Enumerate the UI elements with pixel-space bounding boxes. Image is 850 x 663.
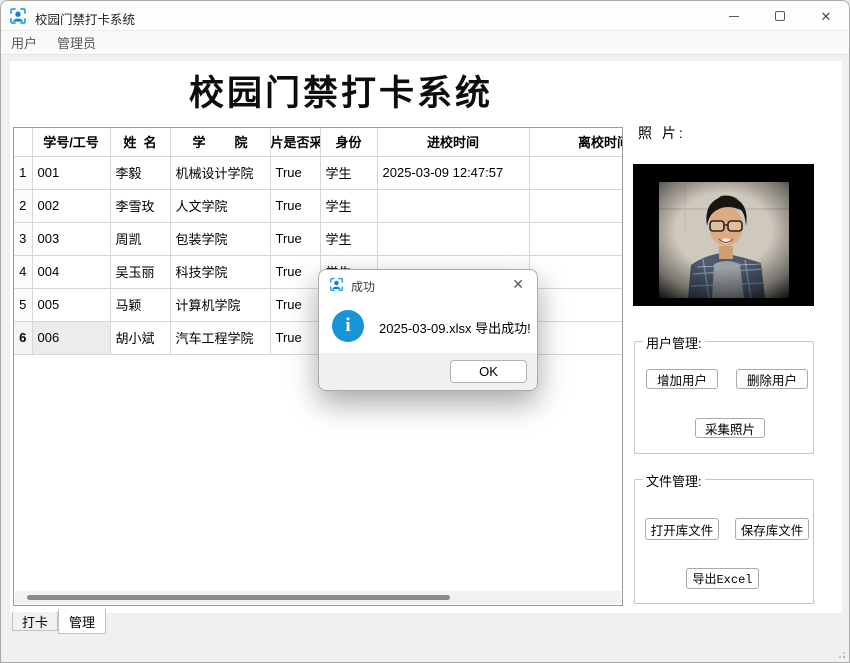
- table-cell[interactable]: [528, 320, 622, 355]
- ok-button[interactable]: OK: [450, 360, 527, 383]
- table-cell[interactable]: True: [269, 320, 321, 355]
- export-excel-button[interactable]: 导出Excel: [686, 568, 759, 589]
- row-number[interactable]: 3: [14, 221, 33, 256]
- user-management-group: 用户管理: 增加用户 删除用户 采集照片: [634, 333, 814, 454]
- table-cell[interactable]: True: [269, 287, 321, 322]
- table-cell[interactable]: 胡小斌: [109, 320, 171, 355]
- row-number-header[interactable]: [14, 128, 33, 157]
- close-icon: ✕: [820, 8, 832, 24]
- file-management-group: 文件管理: 打开库文件 保存库文件 导出Excel: [634, 471, 814, 604]
- table-cell[interactable]: 计算机学院: [169, 287, 271, 322]
- column-header[interactable]: 进校时间: [376, 128, 530, 157]
- table-cell[interactable]: True: [269, 254, 321, 289]
- row-number[interactable]: 6: [14, 320, 33, 355]
- minimize-button[interactable]: [711, 1, 757, 31]
- table-cell[interactable]: [528, 221, 622, 256]
- table-cell[interactable]: 李雪玫: [109, 188, 171, 223]
- table-cell[interactable]: 李毅: [109, 155, 171, 190]
- app-window: 校园门禁打卡系统 ✕ 用户 管理员 校园门禁打卡系统 学号/工号姓 名学 院片是…: [0, 0, 850, 663]
- table-cell[interactable]: 周凯: [109, 221, 171, 256]
- table-cell[interactable]: 学生: [319, 155, 378, 190]
- table-cell[interactable]: [528, 254, 622, 289]
- portrait-photo: [633, 164, 814, 306]
- table-cell[interactable]: [376, 221, 530, 256]
- horizontal-scrollbar[interactable]: [15, 591, 621, 604]
- table-cell[interactable]: True: [269, 221, 321, 256]
- maximize-icon: [775, 11, 785, 21]
- table-cell[interactable]: 科技学院: [169, 254, 271, 289]
- table-row[interactable]: 3 003 周凯 包装学院 True 学生: [14, 221, 622, 256]
- column-header[interactable]: 学 院: [169, 128, 271, 157]
- table-cell[interactable]: [528, 287, 622, 322]
- table-cell[interactable]: 003: [31, 221, 111, 256]
- row-number[interactable]: 2: [14, 188, 33, 223]
- menu-user[interactable]: 用户: [1, 29, 47, 56]
- resize-grip[interactable]: [837, 650, 845, 658]
- capture-photo-button[interactable]: 采集照片: [695, 418, 765, 438]
- table-cell[interactable]: 吴玉丽: [109, 254, 171, 289]
- row-number[interactable]: 5: [14, 287, 33, 322]
- table-cell[interactable]: 005: [31, 287, 111, 322]
- open-db-file-button[interactable]: 打开库文件: [645, 518, 719, 540]
- table-cell[interactable]: 学生: [319, 221, 378, 256]
- dialog-app-icon: [329, 277, 344, 292]
- dialog-title: 成功: [351, 280, 376, 294]
- add-user-button[interactable]: 增加用户: [646, 369, 718, 389]
- column-header[interactable]: 学号/工号: [31, 128, 111, 157]
- table-cell[interactable]: True: [269, 155, 321, 190]
- table-cell[interactable]: 2025-03-09 12:47:57: [376, 155, 530, 190]
- tab-manage[interactable]: 管理: [58, 609, 106, 634]
- table-header-row: 学号/工号姓 名学 院片是否采身份进校时间离校时间: [14, 128, 622, 157]
- column-header[interactable]: 片是否采: [269, 128, 321, 157]
- row-number[interactable]: 4: [14, 254, 33, 289]
- table-cell[interactable]: 002: [31, 188, 111, 223]
- table-cell[interactable]: 汽车工程学院: [169, 320, 271, 355]
- table-cell[interactable]: 马颖: [109, 287, 171, 322]
- table-cell[interactable]: [528, 155, 622, 190]
- photo-label: 照 片:: [638, 125, 686, 141]
- photo-preview: [633, 164, 814, 306]
- success-dialog: 成功 ✕ i 2025-03-09.xlsx 导出成功! OK: [318, 269, 538, 391]
- table-row[interactable]: 2 002 李雪玫 人文学院 True 学生: [14, 188, 622, 223]
- scrollbar-thumb[interactable]: [27, 595, 450, 600]
- close-button[interactable]: ✕: [803, 1, 849, 31]
- table-row[interactable]: 1 001 李毅 机械设计学院 True 学生 2025-03-09 12:47:57: [14, 155, 622, 190]
- table-cell[interactable]: 机械设计学院: [169, 155, 271, 190]
- table-cell[interactable]: 包装学院: [169, 221, 271, 256]
- app-face-scan-icon: [10, 8, 26, 24]
- column-header[interactable]: 姓 名: [109, 128, 171, 157]
- dialog-close-icon[interactable]: ✕: [512, 276, 524, 293]
- file-group-title: 文件管理:: [643, 471, 705, 490]
- tab-checkin[interactable]: 打卡: [12, 612, 58, 631]
- table-cell[interactable]: 004: [31, 254, 111, 289]
- table-cell[interactable]: 006: [31, 320, 111, 355]
- page-title: 校园门禁打卡系统: [188, 74, 494, 113]
- table-cell[interactable]: [376, 188, 530, 223]
- save-db-file-button[interactable]: 保存库文件: [735, 518, 809, 540]
- dialog-message: 2025-03-09.xlsx 导出成功!: [379, 321, 531, 336]
- user-group-title: 用户管理:: [643, 333, 705, 352]
- table-cell[interactable]: 学生: [319, 188, 378, 223]
- delete-user-button[interactable]: 删除用户: [736, 369, 808, 389]
- info-icon: i: [332, 310, 364, 342]
- minimize-icon: [729, 15, 739, 17]
- title-bar: 校园门禁打卡系统 ✕: [1, 1, 849, 31]
- window-title: 校园门禁打卡系统: [35, 13, 136, 27]
- menu-admin[interactable]: 管理员: [47, 29, 106, 56]
- column-header[interactable]: 离校时间: [528, 128, 622, 157]
- table-cell[interactable]: True: [269, 188, 321, 223]
- table-cell[interactable]: [528, 188, 622, 223]
- table-cell[interactable]: 001: [31, 155, 111, 190]
- menu-bar: 用户 管理员: [1, 31, 849, 55]
- row-number[interactable]: 1: [14, 155, 33, 190]
- column-header[interactable]: 身份: [319, 128, 378, 157]
- table-cell[interactable]: 人文学院: [169, 188, 271, 223]
- maximize-button[interactable]: [757, 1, 803, 31]
